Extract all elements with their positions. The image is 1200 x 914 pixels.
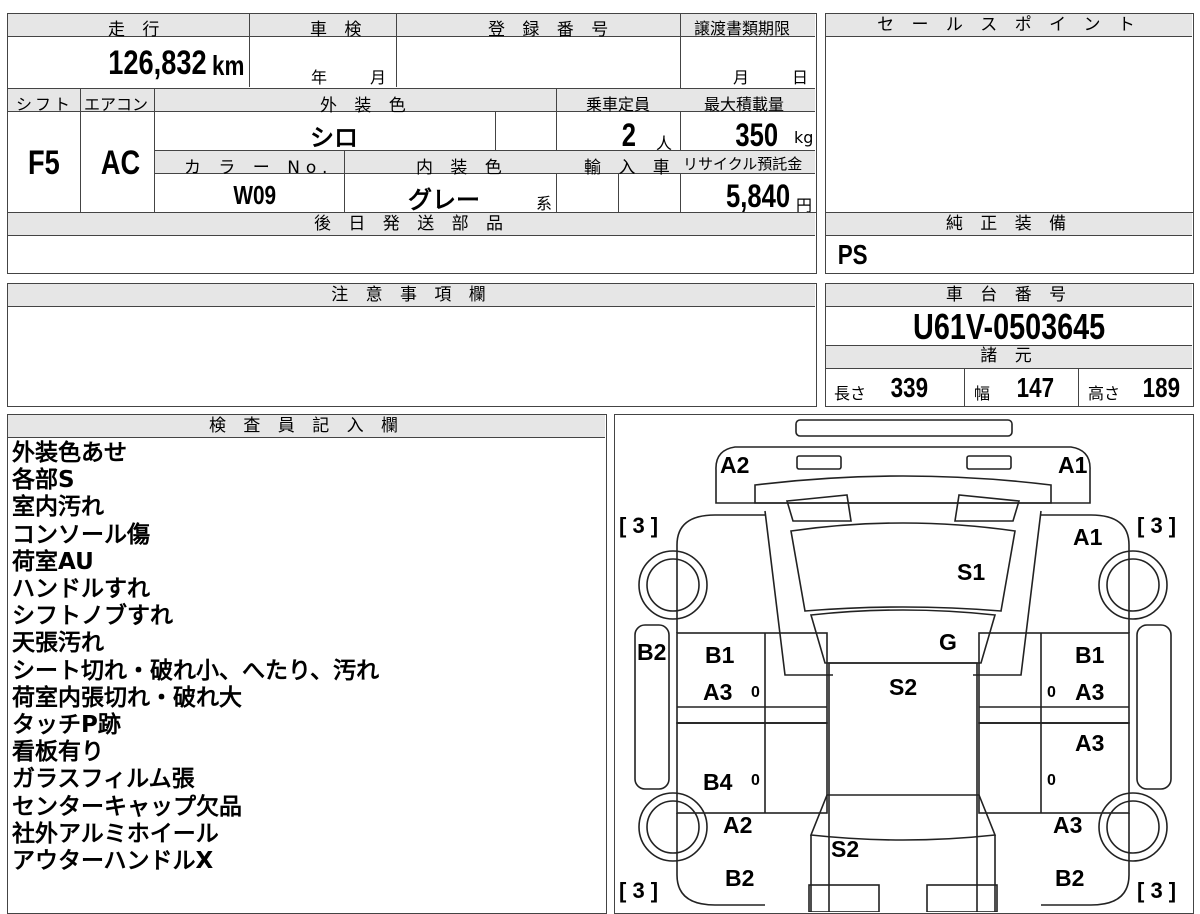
tire-tread-mark: [ 3 ] (619, 513, 658, 538)
zero-mark: 0 (1047, 772, 1056, 789)
max-load-value: 350 (735, 117, 779, 153)
max-load-unit: kg (794, 128, 814, 147)
shaken-year-unit: 年 (311, 68, 328, 87)
damage-code-label: A2 (720, 452, 749, 478)
max-load-label: 最大積載量 (704, 95, 785, 114)
vehicle-info-table: 走 行 車 検 登 録 番 号 譲渡書類期限 126,832 km 年 月 月 … (7, 13, 817, 215)
recycle-label: リサイクル預託金 (683, 155, 803, 173)
inspector-note-item: ハンドルすれ (12, 576, 150, 603)
interior-color-suffix: 系 (536, 194, 553, 213)
inspector-note-item: シフトノブすれ (12, 603, 173, 630)
damage-code-label: A3 (1075, 730, 1104, 756)
height-value: 189 (1142, 372, 1181, 403)
tire-tread-mark: [ 3 ] (1137, 513, 1176, 538)
genuine-equipment-value: PS (837, 239, 868, 270)
later-parts-label: 後 日 発 送 部 品 (313, 214, 510, 234)
shift-value: F5 (27, 144, 60, 182)
damage-code-label: B2 (637, 639, 666, 665)
damage-code-label: A3 (1075, 679, 1104, 705)
transfer-day-unit: 日 (792, 68, 809, 87)
car-diagram: A2 A1 A1 S1 G B2 B1 A3 S2 B1 A3 A3 B4 A2 A3 S2 B2 B2 [ 3 ]… (619, 419, 1176, 912)
length-value: 339 (890, 372, 929, 403)
inspector-note-item: 各部S (12, 467, 75, 494)
inspector-note-item: 荷室AU (12, 548, 94, 575)
inspector-note-item: 室内汚れ (12, 494, 104, 521)
sales-point-label: セ ー ル ス ポ イ ン ト (877, 15, 1141, 35)
inspector-notes-box: 検 査 員 記 入 欄 外装色あせ 各部S 室内汚れ コンソール傷 荷室AU ハンドルすれ… (7, 414, 607, 914)
mileage-unit: km (212, 50, 245, 81)
ac-value: AC (100, 144, 141, 182)
damage-code-label: S2 (831, 836, 859, 862)
inspector-note-item: コンソール傷 (12, 521, 150, 548)
import-label: 輸 入 車 (584, 158, 676, 178)
chassis-number: U61V-0503645 (912, 306, 1106, 347)
inspector-note-item: 社外アルミホイール (12, 820, 219, 847)
damage-code-label: B2 (725, 865, 754, 891)
mileage-value: 126,832 (108, 44, 207, 82)
color-no-label: カ ラ ー No. (184, 158, 334, 178)
zero-mark: 0 (751, 684, 760, 701)
caution-label: 注 意 事 項 欄 (331, 285, 492, 305)
inspector-note-item: 荷室内張切れ・破れ大 (12, 684, 242, 711)
height-label: 高さ (1088, 384, 1121, 403)
length-label: 長さ (834, 384, 867, 403)
interior-color-value: グレー (408, 186, 480, 214)
genuine-equipment-label: 純 正 装 備 (945, 214, 1073, 234)
chassis-label: 車 台 番 号 (945, 285, 1073, 305)
damage-code-label: A1 (1073, 524, 1103, 550)
interior-color-label: 内 装 色 (416, 158, 508, 178)
shaken-month-unit: 月 (370, 68, 387, 87)
shift-label: シフト (16, 95, 74, 114)
damage-code-label: B1 (1075, 642, 1105, 668)
damage-code-label: A2 (723, 812, 752, 838)
damage-code-label: A1 (1058, 452, 1088, 478)
ac-label: エアコン (84, 95, 149, 114)
sales-point-box: セ ー ル ス ポ イ ン ト (825, 13, 1194, 213)
inspector-note-item: アウターハンドルX (12, 848, 214, 875)
later-parts-box: 後 日 発 送 部 品 (7, 212, 817, 274)
zero-mark: 0 (1047, 684, 1056, 701)
width-value: 147 (1016, 372, 1055, 403)
inspector-note-item: 天張汚れ (12, 630, 104, 657)
tire-tread-mark: [ 3 ] (619, 878, 658, 903)
inspector-note-item: シート切れ・破れ小、へたり、汚れ (12, 657, 380, 684)
zero-mark: 0 (751, 772, 760, 789)
inspector-note-item: センターキャップ欠品 (12, 793, 242, 820)
width-label: 幅 (974, 384, 991, 403)
damage-code-label: B4 (703, 769, 733, 795)
caution-box: 注 意 事 項 欄 (7, 283, 817, 407)
tire-tread-mark: [ 3 ] (1137, 878, 1176, 903)
shaken-label: 車 検 (310, 20, 368, 40)
damage-code-label: B2 (1055, 865, 1084, 891)
transfer-month-unit: 月 (733, 68, 750, 87)
genuine-equipment-box: 純 正 装 備 PS (825, 212, 1194, 274)
capacity-value: 2 (621, 117, 637, 153)
damage-code-label: A3 (1053, 812, 1082, 838)
inspector-note-item: 外装色あせ (12, 440, 127, 466)
exterior-color-label: 外 装 色 (320, 96, 412, 116)
color-no-value: W09 (233, 180, 277, 210)
damage-code-label: A3 (703, 679, 732, 705)
damage-code-label: G (939, 629, 957, 655)
car-diagram-box: A2 A1 A1 S1 G B2 B1 A3 S2 B1 A3 A3 B4 A2 A3 S2 B2 B2 [ 3 ]… (614, 414, 1194, 914)
capacity-label: 乗車定員 (586, 95, 651, 114)
specs-label: 諸 元 (980, 346, 1038, 366)
mileage-label: 走 行 (108, 20, 166, 40)
registration-label: 登 録 番 号 (488, 20, 615, 40)
damage-code-label: B1 (705, 642, 735, 668)
damage-code-label: S2 (889, 674, 917, 700)
exterior-color-value: シロ (310, 124, 358, 152)
inspector-note-item: ガラスフィルム張 (12, 766, 195, 793)
inspector-note-item: タッチP跡 (12, 712, 121, 739)
chassis-box: 車 台 番 号 U61V-0503645 諸 元 長さ 339 幅 147 高さ… (825, 283, 1194, 407)
damage-code-label: S1 (957, 559, 985, 585)
recycle-value: 5,840 (726, 178, 791, 214)
transfer-label: 譲渡書類期限 (694, 19, 791, 38)
inspector-note-item: 看板有り (12, 739, 104, 766)
inspector-notes-list: 外装色あせ 各部S 室内汚れ コンソール傷 荷室AU ハンドルすれ シフトノブすれ 天張汚れシ… (12, 440, 379, 875)
inspector-label: 検 査 員 記 入 欄 (208, 416, 405, 436)
